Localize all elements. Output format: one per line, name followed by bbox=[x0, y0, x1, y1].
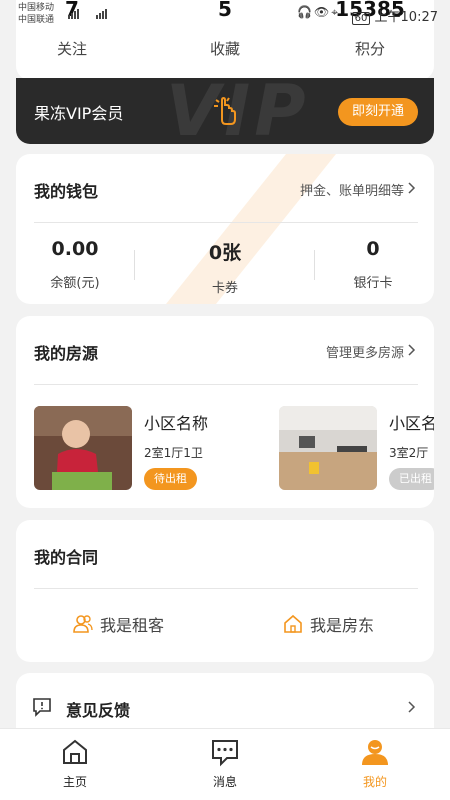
signal-icon bbox=[66, 6, 112, 20]
stat-favorites-label: 收藏 bbox=[209, 40, 240, 58]
wallet-title: 我的钱包 bbox=[34, 182, 99, 201]
coupons-label: 卡券 bbox=[211, 281, 238, 296]
divider bbox=[34, 384, 418, 385]
stat-follow-label: 关注 bbox=[56, 40, 87, 58]
contract-title: 我的合同 bbox=[34, 548, 99, 567]
tap-hand-icon bbox=[214, 96, 236, 125]
property-item[interactable]: 小区名称 3室2厅 已出租 bbox=[279, 406, 434, 496]
properties-card: 我的房源 管理更多房源 小区名称 2室1厅1卫 待出租 小区名 3室2厅 已出租 bbox=[16, 316, 434, 508]
home-icon bbox=[63, 739, 87, 764]
nav-mine-label: 我的 bbox=[362, 775, 387, 789]
carrier-info: 中国移动 中国联通 bbox=[18, 2, 54, 26]
battery-level: 60 bbox=[351, 12, 371, 25]
status-bar: 中国移动 中国联通 🎧👁⌖ 60 上午10:27 bbox=[0, 0, 450, 30]
feedback-icon bbox=[33, 698, 51, 717]
chevron-right-icon[interactable] bbox=[406, 344, 418, 356]
user-icon bbox=[362, 740, 388, 765]
property-layout: 3室2厅 bbox=[389, 446, 429, 460]
eye-icon: 👁 bbox=[314, 5, 332, 19]
users-icon bbox=[73, 615, 93, 633]
feedback-title: 意见反馈 bbox=[66, 701, 131, 720]
balance-label: 余额(元) bbox=[50, 276, 100, 291]
tenant-label: 我是租客 bbox=[100, 616, 165, 635]
home-icon bbox=[284, 614, 302, 633]
nav-home-label: 主页 bbox=[62, 775, 87, 789]
wallet-bank-cards[interactable]: 0 银行卡 bbox=[314, 238, 432, 291]
bottom-navigation: 主页 消息 我的 bbox=[0, 728, 450, 800]
balance-value: 0.00 bbox=[51, 238, 99, 260]
wallet-balance[interactable]: 0.00 余额(元) bbox=[16, 238, 134, 291]
property-photo bbox=[279, 406, 377, 490]
carrier-1: 中国移动 bbox=[18, 3, 55, 13]
stat-points-label: 积分 bbox=[354, 40, 385, 58]
property-layout: 2室1厅1卫 bbox=[144, 446, 203, 460]
headset-icon: 🎧 bbox=[297, 5, 314, 19]
status-icons: 🎧👁⌖ bbox=[297, 5, 340, 20]
status-time-battery: 60 上午10:27 bbox=[351, 6, 438, 25]
property-name: 小区名称 bbox=[144, 414, 209, 433]
wallet-coupons[interactable]: 0张 卡券 bbox=[166, 238, 284, 296]
coupons-value: 0张 bbox=[208, 242, 242, 264]
bank-cards-value: 0 bbox=[366, 238, 380, 260]
vip-banner[interactable]: VIP 果冻VIP会员 即刻开通 bbox=[16, 78, 434, 144]
nav-messages-label: 消息 bbox=[212, 775, 237, 789]
property-photo bbox=[34, 406, 132, 490]
properties-title: 我的房源 bbox=[34, 344, 99, 363]
divider bbox=[134, 250, 135, 280]
location-icon: ⌖ bbox=[331, 5, 340, 19]
contract-card: 我的合同 我是租客 我是房东 bbox=[16, 520, 434, 662]
bank-cards-label: 银行卡 bbox=[353, 276, 393, 291]
message-icon bbox=[212, 740, 238, 767]
property-name: 小区名称 bbox=[389, 414, 434, 433]
divider bbox=[34, 222, 418, 223]
divider bbox=[34, 588, 418, 589]
landlord-button[interactable]: 我是房东 bbox=[282, 612, 374, 636]
wallet-card: 我的钱包 押金、账单明细等 0.00 余额(元) 0张 卡券 0 银行卡 bbox=[16, 154, 434, 304]
nav-messages[interactable]: 消息 bbox=[180, 737, 270, 790]
status-badge: 待出租 bbox=[144, 468, 197, 490]
landlord-label: 我是房东 bbox=[310, 616, 375, 635]
chevron-right-icon[interactable] bbox=[406, 182, 418, 194]
nav-home[interactable]: 主页 bbox=[30, 737, 120, 790]
nav-mine[interactable]: 我的 bbox=[330, 737, 420, 790]
chevron-right-icon[interactable] bbox=[406, 701, 418, 713]
manage-properties-link[interactable]: 管理更多房源 bbox=[326, 342, 404, 361]
property-item[interactable]: 小区名称 2室1厅1卫 待出租 bbox=[34, 406, 274, 496]
carrier-2: 中国联通 bbox=[18, 15, 55, 25]
clock: 上午10:27 bbox=[374, 10, 438, 25]
vip-title: 果冻VIP会员 bbox=[34, 104, 124, 123]
vip-open-button[interactable]: 即刻开通 bbox=[338, 98, 418, 126]
tenant-button[interactable]: 我是租客 bbox=[72, 612, 164, 636]
status-badge: 已出租 bbox=[389, 468, 434, 490]
wallet-details-link[interactable]: 押金、账单明细等 bbox=[300, 180, 404, 199]
